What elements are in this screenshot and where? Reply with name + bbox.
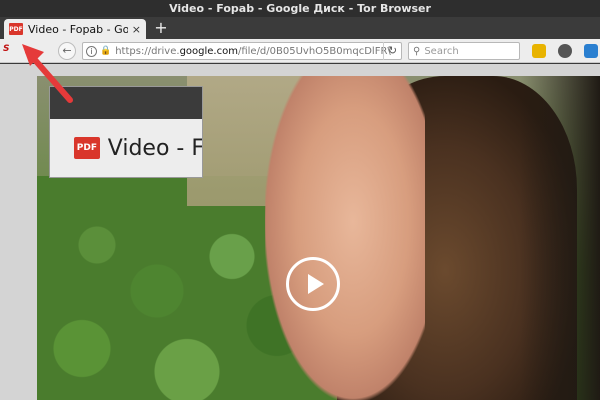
window-title-bar: Video - Fopab - Google Диск - Tor Browse… <box>0 0 600 17</box>
tab-strip: PDF Video - Fopab - Goo… × + <box>0 17 600 39</box>
zoomed-tab-strip <box>50 87 202 119</box>
search-placeholder: Search <box>424 45 459 57</box>
info-icon[interactable]: i <box>86 45 97 57</box>
url-text: https://drive.google.com/file/d/0B05UvhO… <box>115 45 391 57</box>
close-icon[interactable]: × <box>132 23 141 36</box>
search-icon: ⚲ <box>413 45 421 57</box>
video-frame-face <box>265 76 425 400</box>
extension-blue-icon[interactable] <box>584 44 598 58</box>
search-input[interactable]: ⚲ Search <box>408 42 520 60</box>
page-content: PDF Video - F <box>0 64 600 400</box>
tab-title: Video - Fopab - Goo… <box>28 22 128 36</box>
extension-shield-icon[interactable] <box>558 44 572 58</box>
lock-icon: 🔒 <box>100 46 112 56</box>
tab-video[interactable]: PDF Video - Fopab - Goo… × <box>4 19 146 39</box>
play-button[interactable] <box>286 257 340 311</box>
address-bar[interactable]: i 🔒 https://drive.google.com/file/d/0B05… <box>82 42 402 60</box>
reload-button[interactable]: ↻ <box>383 42 401 60</box>
pdf-favicon-icon: PDF <box>9 23 23 35</box>
extension-s-icon[interactable]: S <box>3 44 17 58</box>
back-button[interactable]: ← <box>58 42 76 60</box>
extension-yellow-icon[interactable] <box>532 44 546 58</box>
new-tab-button[interactable]: + <box>152 19 170 37</box>
play-icon <box>307 274 324 294</box>
zoomed-tab-inset: PDF Video - F <box>50 87 202 177</box>
zoomed-tab-title: Video - F <box>107 135 202 161</box>
window-title: Video - Fopab - Google Диск - Tor Browse… <box>169 2 431 15</box>
zoomed-tab: PDF Video - F <box>64 119 202 177</box>
navigation-toolbar: S ← i 🔒 https://drive.google.com/file/d/… <box>0 39 600 63</box>
video-frame-shadow <box>520 76 600 400</box>
zoomed-pdf-favicon-icon: PDF <box>74 137 100 159</box>
